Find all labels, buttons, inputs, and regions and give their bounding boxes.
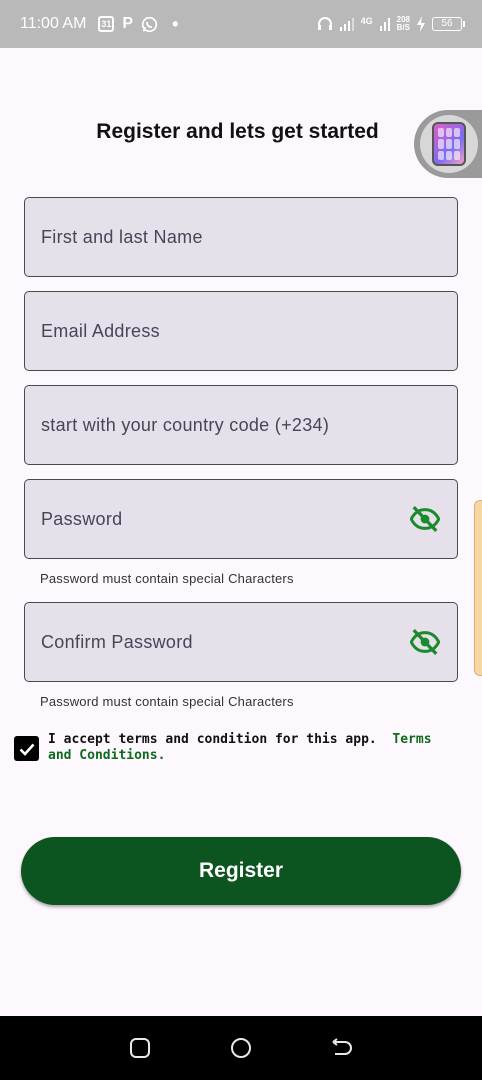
signal-icon-2 bbox=[379, 17, 391, 31]
confirm-password-helper-text: Password must contain special Characters bbox=[40, 694, 294, 709]
floating-app-icon bbox=[420, 115, 478, 173]
password-placeholder: Password bbox=[41, 508, 123, 529]
home-icon[interactable] bbox=[221, 1028, 261, 1068]
recents-icon[interactable] bbox=[120, 1028, 160, 1068]
check-icon bbox=[19, 743, 34, 756]
status-time: 11:00 AM bbox=[20, 15, 87, 32]
name-placeholder: First and last Name bbox=[41, 226, 203, 247]
email-placeholder: Email Address bbox=[41, 320, 160, 341]
phone-placeholder: start with your country code (+234) bbox=[41, 414, 330, 435]
floating-app-bubble[interactable] bbox=[414, 110, 482, 178]
status-bar: 11:00 AM 31 P • 4G 208 B/S 56 bbox=[0, 0, 482, 48]
speed-unit: B/S bbox=[396, 23, 410, 32]
password-field[interactable]: Password bbox=[24, 479, 458, 559]
battery-indicator: 56 bbox=[432, 17, 465, 31]
terms-text-block: I accept terms and condition for this ap… bbox=[48, 732, 454, 764]
back-icon[interactable] bbox=[322, 1028, 362, 1068]
navigation-bar bbox=[0, 1016, 482, 1080]
network-speed: 208 B/S bbox=[397, 16, 410, 32]
name-field[interactable]: First and last Name bbox=[24, 197, 458, 277]
calendar-icon: 31 bbox=[98, 16, 115, 32]
dot-icon: • bbox=[172, 13, 179, 34]
headphones-icon bbox=[317, 16, 333, 32]
edge-panel-handle[interactable] bbox=[474, 500, 482, 676]
register-button[interactable]: Register bbox=[21, 837, 461, 905]
charging-icon bbox=[416, 16, 426, 32]
network-type: 4G bbox=[360, 16, 373, 26]
terms-row: I accept terms and condition for this ap… bbox=[14, 732, 454, 764]
email-field[interactable]: Email Address bbox=[24, 291, 458, 371]
signal-icon bbox=[339, 17, 355, 31]
password-helper-text: Password must contain special Characters bbox=[40, 571, 294, 586]
visibility-off-icon[interactable] bbox=[409, 503, 441, 535]
whatsapp-icon bbox=[141, 16, 158, 33]
terms-text: I accept terms and condition for this ap… bbox=[48, 732, 377, 747]
confirm-password-field[interactable]: Confirm Password bbox=[24, 602, 458, 682]
page-title: Register and lets get started bbox=[96, 120, 379, 143]
confirm-password-placeholder: Confirm Password bbox=[41, 631, 193, 652]
phone-icon bbox=[432, 122, 466, 166]
phone-field[interactable]: start with your country code (+234) bbox=[24, 385, 458, 465]
p-icon: P bbox=[122, 15, 134, 32]
visibility-off-icon[interactable] bbox=[409, 626, 441, 658]
terms-checkbox[interactable] bbox=[14, 736, 39, 761]
